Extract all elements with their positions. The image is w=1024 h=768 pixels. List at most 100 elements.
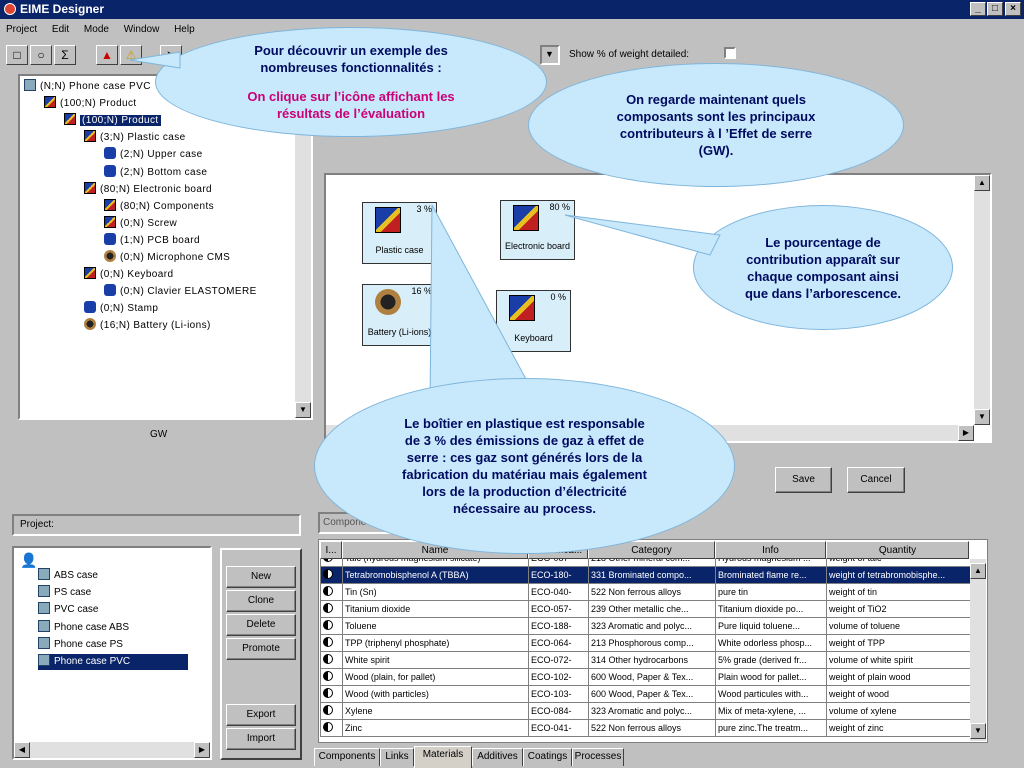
tree-node-label: (2;N) Bottom case bbox=[120, 166, 208, 178]
table-row[interactable]: Wood (plain, for pallet) ECO-102- 600 Wood… bbox=[320, 668, 970, 686]
tree-node-label: (0;N) Stamp bbox=[100, 303, 159, 315]
sigma-icon[interactable]: Σ bbox=[54, 45, 76, 65]
delete-button[interactable]: Delete bbox=[226, 614, 296, 636]
scroll-right-icon[interactable]: ▶ bbox=[194, 742, 210, 758]
scroll-up-icon[interactable]: ▲ bbox=[974, 175, 990, 191]
import-button[interactable]: Import bbox=[226, 728, 296, 750]
material-icon-cell bbox=[320, 566, 343, 584]
tree-node-label: (80;N) Electronic board bbox=[100, 183, 213, 195]
table-cell: White spirit bbox=[342, 651, 529, 669]
close-icon[interactable]: × bbox=[1005, 2, 1021, 16]
project-button-panel: New Clone Delete Promote Export Import bbox=[220, 548, 302, 760]
project-label: Project: bbox=[12, 514, 301, 536]
tree-node[interactable]: (2;N) Bottom case bbox=[104, 164, 208, 181]
table-row[interactable]: Tetrabromobisphenol A (TBBA) ECO-180- 331 … bbox=[320, 566, 970, 584]
table-row[interactable]: Toluene ECO-188- 323 Aromatic and polyc...… bbox=[320, 617, 970, 635]
table-row[interactable]: Wood (with particles) ECO-103- 600 Wood, P… bbox=[320, 685, 970, 703]
scroll-down-icon[interactable]: ▼ bbox=[974, 409, 990, 425]
tree-node[interactable]: (100;N) Product bbox=[44, 96, 137, 112]
material-icon-cell bbox=[320, 634, 343, 652]
tree-node[interactable]: (0;N) Keyboard bbox=[84, 267, 173, 283]
scroll-down-icon[interactable]: ▼ bbox=[295, 402, 311, 418]
tree-node[interactable]: (80;N) Components bbox=[104, 198, 214, 215]
tree-node[interactable]: (0;N) Stamp bbox=[84, 301, 158, 317]
tab-coatings[interactable]: Coatings bbox=[523, 748, 572, 766]
project-item[interactable]: Phone case PVC bbox=[38, 654, 188, 670]
battery-icon bbox=[375, 289, 401, 315]
material-icon bbox=[323, 569, 333, 579]
menu-project[interactable]: Project bbox=[6, 24, 37, 35]
project-item[interactable]: ABS case bbox=[38, 568, 98, 584]
table-cell: weight of plain wood bbox=[826, 668, 970, 686]
tree-node[interactable]: (0;N) Screw bbox=[104, 215, 177, 232]
cancel-button[interactable]: Cancel bbox=[847, 467, 905, 493]
table-cell: Brominated flame re... bbox=[715, 566, 827, 584]
tree-node[interactable]: (100;N) Product bbox=[64, 113, 161, 129]
project-item[interactable]: PVC case bbox=[38, 602, 98, 618]
tree-node[interactable]: (16;N) Battery (Li-ions) bbox=[84, 318, 211, 334]
new-button[interactable]: New bbox=[226, 566, 296, 588]
show-pct-checkbox[interactable] bbox=[724, 47, 736, 59]
table-cell: 323 Aromatic and polyc... bbox=[588, 702, 716, 720]
menu-window[interactable]: Window bbox=[124, 24, 160, 35]
table-row[interactable]: TPP (triphenyl phosphate) ECO-064- 213 Pho… bbox=[320, 634, 970, 652]
scroll-left-icon[interactable]: ◀ bbox=[14, 742, 30, 758]
table-row[interactable]: White spirit ECO-072- 314 Other hydrocarbo… bbox=[320, 651, 970, 669]
results-icon[interactable]: ▲ bbox=[96, 45, 118, 65]
callout-pointer-results bbox=[130, 51, 181, 69]
table-row[interactable]: Titanium dioxide ECO-057- 239 Other metall… bbox=[320, 600, 970, 618]
app-icon bbox=[4, 3, 16, 15]
tree-node[interactable]: (0;N) Clavier ELASTOMERE bbox=[104, 284, 257, 300]
table-row[interactable]: Xylene ECO-084- 323 Aromatic and polyc... M… bbox=[320, 702, 970, 720]
piece-icon bbox=[84, 301, 96, 314]
material-icon bbox=[323, 637, 333, 647]
save-button[interactable]: Save bbox=[775, 467, 832, 493]
project-item[interactable]: Phone case PS bbox=[38, 636, 123, 653]
table-v-scrollbar[interactable]: ▲ ▼ bbox=[970, 559, 986, 741]
tree-node[interactable]: (3;N) Plastic case bbox=[84, 130, 186, 146]
export-button[interactable]: Export bbox=[226, 704, 296, 726]
material-icon-cell bbox=[320, 702, 343, 720]
material-icon bbox=[323, 654, 333, 664]
project-item[interactable]: PS case bbox=[38, 585, 91, 601]
scroll-right-icon[interactable]: ▶ bbox=[958, 425, 974, 441]
rectangle-tool-icon[interactable]: □ bbox=[6, 45, 28, 65]
col-header-info[interactable]: Info bbox=[715, 541, 826, 559]
tab-links[interactable]: Links bbox=[380, 748, 414, 766]
menu-help[interactable]: Help bbox=[174, 24, 195, 35]
material-icon-cell bbox=[320, 583, 343, 601]
scroll-up-icon[interactable]: ▲ bbox=[970, 563, 986, 579]
col-header-icon[interactable]: I... bbox=[320, 541, 342, 559]
menu-edit[interactable]: Edit bbox=[52, 24, 69, 35]
tab-processes[interactable]: Processes bbox=[572, 748, 624, 766]
indicator-dropdown[interactable]: ▼ bbox=[540, 45, 560, 65]
table-row[interactable]: Tin (Sn) ECO-040- 522 Non ferrous alloys pu… bbox=[320, 583, 970, 601]
project-item[interactable]: Phone case ABS bbox=[38, 619, 129, 636]
table-cell: White odorless phosp... bbox=[715, 634, 827, 652]
ellipse-tool-icon[interactable]: ○ bbox=[30, 45, 52, 65]
product-icon bbox=[84, 267, 96, 280]
menu-mode[interactable]: Mode bbox=[84, 24, 109, 35]
tree-node[interactable]: (2;N) Upper case bbox=[104, 147, 203, 163]
minimize-icon[interactable]: _ bbox=[970, 2, 986, 16]
tab-materials[interactable]: Materials bbox=[414, 746, 472, 768]
promote-button[interactable]: Promote bbox=[226, 638, 296, 660]
tab-additives[interactable]: Additives bbox=[472, 748, 523, 766]
material-icon bbox=[323, 620, 333, 630]
tree-node[interactable]: (1;N) PCB board bbox=[104, 232, 200, 249]
material-icon bbox=[323, 671, 333, 681]
col-header-quantity[interactable]: Quantity bbox=[826, 541, 969, 559]
scroll-down-icon[interactable]: ▼ bbox=[970, 723, 986, 739]
tree-node[interactable]: (0;N) Microphone CMS bbox=[104, 250, 230, 266]
maximize-icon[interactable]: □ bbox=[987, 2, 1003, 16]
project-item-label: Phone case PS bbox=[54, 638, 123, 650]
canvas-v-scrollbar[interactable]: ▲ ▼ bbox=[974, 175, 990, 425]
tree-node[interactable]: (80;N) Electronic board bbox=[84, 181, 213, 198]
table-cell: 600 Wood, Paper & Tex... bbox=[588, 685, 716, 703]
tab-components[interactable]: Components bbox=[314, 748, 380, 766]
table-row[interactable]: Talc (hydrous magnesium silicate)ECO-087… bbox=[320, 559, 970, 567]
table-row[interactable]: Zinc ECO-041- 522 Non ferrous alloys pure z… bbox=[320, 719, 970, 737]
project-h-scrollbar[interactable]: ◀ ▶ bbox=[14, 742, 210, 758]
tree-node[interactable]: (N;N) Phone case PVC bbox=[24, 79, 151, 95]
clone-button[interactable]: Clone bbox=[226, 590, 296, 612]
